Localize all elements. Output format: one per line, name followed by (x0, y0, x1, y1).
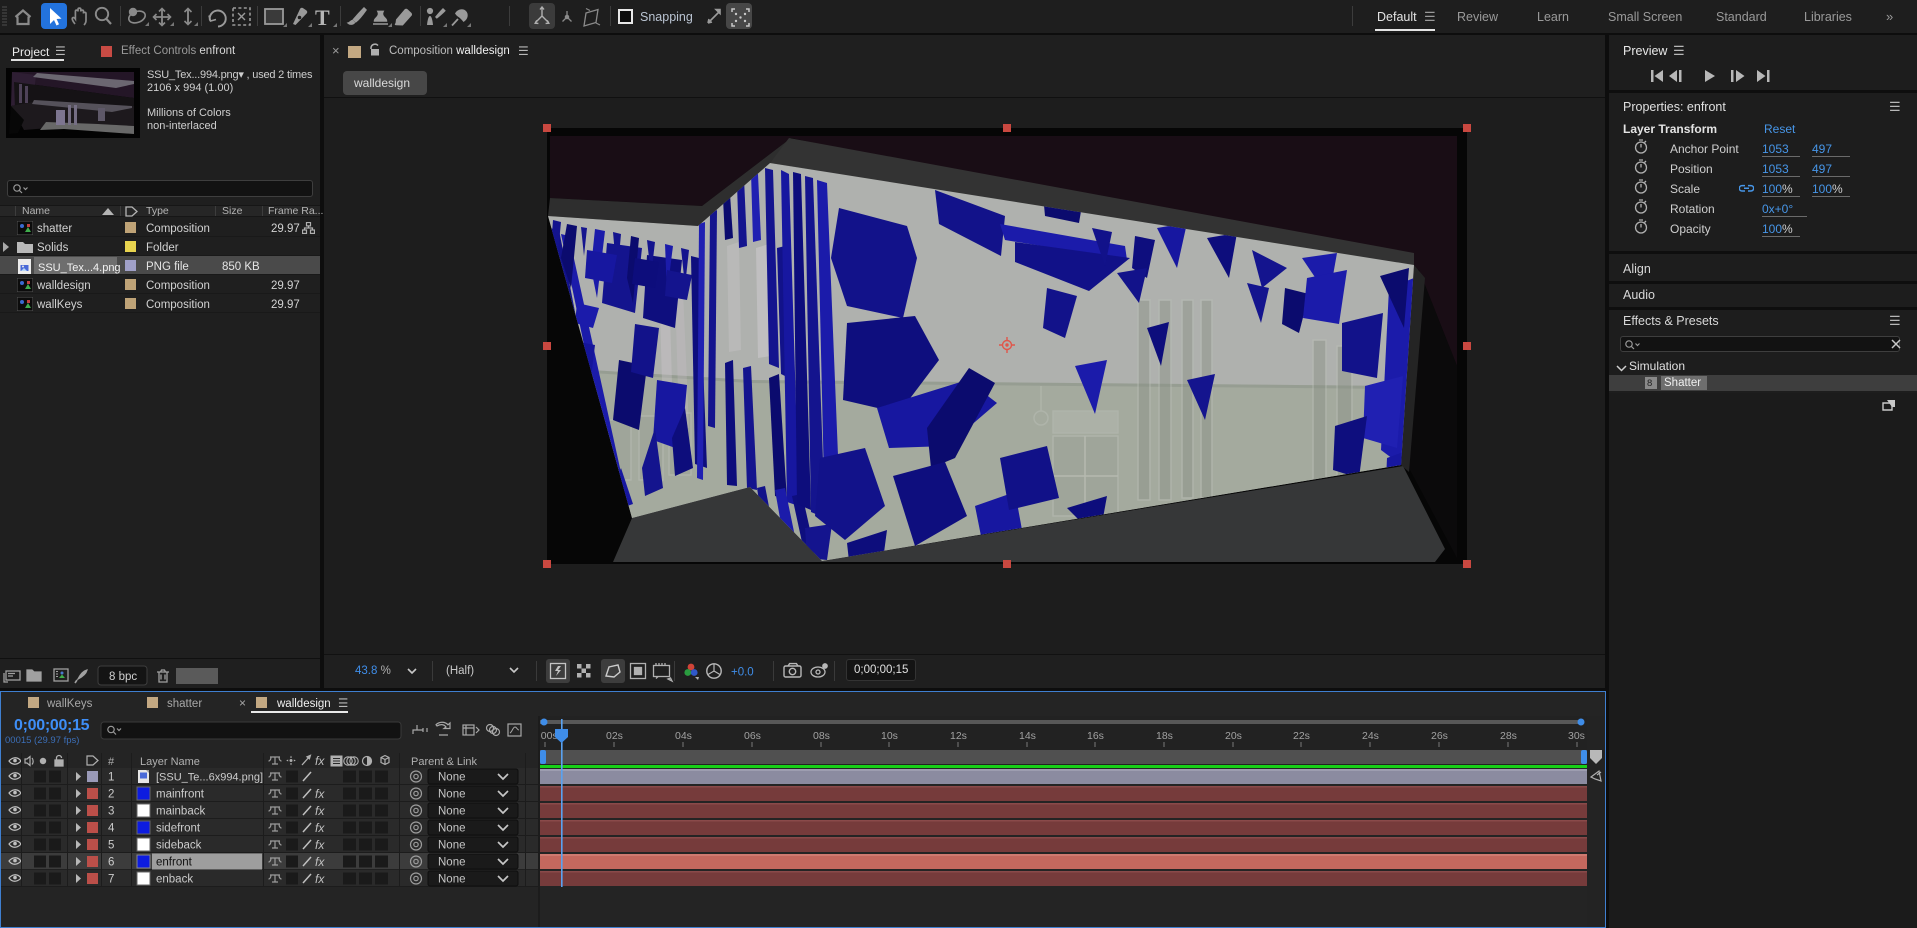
svg-text:×: × (239, 696, 246, 710)
svg-text:sidefront: sidefront (156, 823, 201, 835)
svg-text:[SSU_Te...6x994.png]: [SSU_Te...6x994.png] (156, 772, 263, 784)
svg-text:16s: 16s (1087, 730, 1104, 742)
svg-text:18s: 18s (1156, 730, 1173, 742)
svg-text:26s: 26s (1431, 730, 1448, 742)
svg-text:10s: 10s (881, 730, 898, 742)
svg-text:mainback: mainback (156, 806, 205, 818)
svg-text:mainfront: mainfront (156, 789, 205, 801)
svg-text:6: 6 (108, 857, 114, 869)
svg-text:14s: 14s (1019, 730, 1036, 742)
svg-text:02s: 02s (606, 730, 623, 742)
svg-text:4: 4 (108, 823, 115, 835)
svg-text:06s: 06s (744, 730, 761, 742)
svg-text:7: 7 (108, 874, 114, 886)
svg-text:1: 1 (108, 772, 114, 784)
svg-text:shatter: shatter (167, 698, 202, 710)
svg-text:#: # (108, 756, 115, 768)
svg-text:22s: 22s (1293, 730, 1310, 742)
svg-text:5: 5 (108, 840, 114, 852)
svg-text:30s: 30s (1568, 730, 1585, 742)
svg-text:0;00;00;15: 0;00;00;15 (14, 717, 90, 734)
svg-text:+0.0: +0.0 (731, 667, 754, 679)
svg-text:08s: 08s (813, 730, 830, 742)
svg-text:sideback: sideback (156, 840, 202, 852)
svg-text:28s: 28s (1500, 730, 1517, 742)
svg-text:Parent & Link: Parent & Link (411, 756, 478, 768)
svg-text:3: 3 (108, 806, 114, 818)
svg-text:12s: 12s (950, 730, 967, 742)
svg-text:Snapping: Snapping (640, 10, 693, 24)
svg-text:8 bpc: 8 bpc (109, 671, 137, 683)
svg-text:enback: enback (156, 874, 193, 886)
svg-text:2: 2 (108, 789, 114, 801)
svg-text:Layer Name: Layer Name (140, 756, 200, 768)
svg-text:T: T (315, 5, 330, 30)
svg-text:enfront: enfront (156, 857, 193, 869)
svg-text:00015 (29.97 fps): 00015 (29.97 fps) (5, 735, 79, 746)
svg-text:☰: ☰ (338, 697, 348, 710)
svg-text:24s: 24s (1362, 730, 1379, 742)
svg-text:0:00s: 0:00s (532, 730, 558, 742)
svg-text:walldesign: walldesign (276, 698, 331, 710)
svg-text:04s: 04s (675, 730, 692, 742)
svg-text:20s: 20s (1225, 730, 1242, 742)
svg-text:wallKeys: wallKeys (46, 698, 93, 710)
